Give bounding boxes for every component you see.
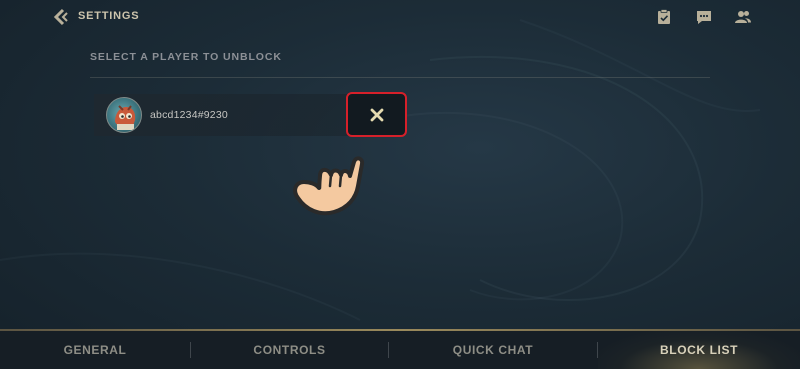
section-divider: [90, 77, 710, 78]
tab-block-list[interactable]: BLOCK LIST: [598, 331, 800, 369]
tab-quick-chat[interactable]: QUICK CHAT: [389, 331, 597, 369]
missions-icon[interactable]: [655, 9, 673, 25]
bottom-nav: GENERAL CONTROLS QUICK CHAT BLOCK LIST: [0, 331, 800, 369]
tab-controls[interactable]: CONTROLS: [191, 331, 388, 369]
player-name: abcd1234#9230: [150, 109, 228, 121]
pointing-hand-icon: [286, 148, 370, 218]
section-label: SELECT A PLAYER TO UNBLOCK: [90, 51, 282, 63]
friends-icon[interactable]: [734, 9, 752, 25]
unblock-button[interactable]: [346, 92, 407, 137]
chat-icon[interactable]: [695, 9, 713, 25]
page-title: SETTINGS: [78, 10, 140, 22]
blocked-player-row: abcd1234#9230: [94, 94, 354, 136]
back-arrow-icon[interactable]: [52, 8, 70, 26]
top-bar: SETTINGS: [0, 0, 800, 36]
close-icon: [370, 108, 383, 121]
tab-general[interactable]: GENERAL: [0, 331, 190, 369]
avatar-icon: [106, 97, 142, 133]
